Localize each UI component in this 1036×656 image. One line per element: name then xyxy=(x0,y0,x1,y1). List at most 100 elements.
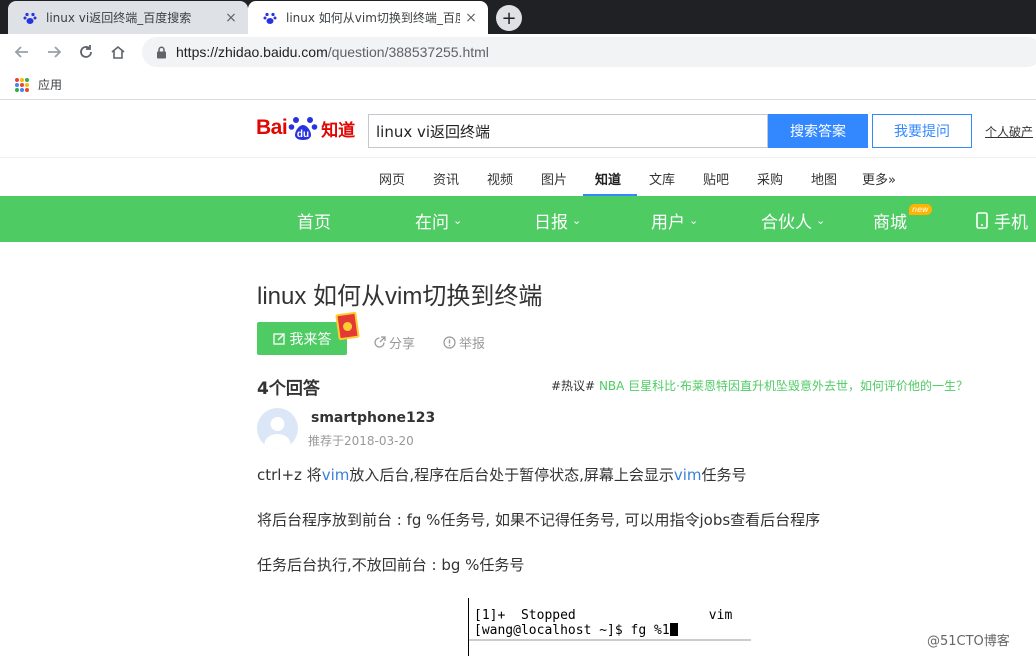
apps-grid-dot xyxy=(20,82,24,87)
answer-button[interactable]: 我来答 xyxy=(257,322,347,355)
report-link[interactable]: 举报 xyxy=(443,333,485,352)
product-nav: 网页 资讯 视频 图片 知道 文库 贴吧 采购 地图 更多» xyxy=(0,157,1036,196)
share-icon xyxy=(374,336,386,348)
new-badge: new xyxy=(909,204,932,215)
green-nav-label: 在问 xyxy=(415,213,449,233)
baidu-zhidao-logo[interactable]: Bai du du 知道 xyxy=(256,113,355,143)
nav-news[interactable]: 资讯 xyxy=(433,169,459,188)
terminal-divider xyxy=(469,639,751,641)
apps-grid-dot xyxy=(20,77,24,82)
nav-video[interactable]: 视频 xyxy=(487,169,513,188)
red-packet-icon[interactable] xyxy=(335,311,360,341)
address-bar[interactable]: https://zhidao.baidu.com/question/388537… xyxy=(142,37,1036,67)
green-nav-label: 用户 xyxy=(651,213,685,233)
chevron-down-icon: ⌄ xyxy=(453,214,463,227)
logo-text-bai: Bai xyxy=(256,116,288,139)
terminal-cursor xyxy=(669,623,678,636)
url-text: https://zhidao.baidu.com/question/388537… xyxy=(176,44,489,60)
green-nav-mall[interactable]: 商城 xyxy=(873,208,907,233)
logo-text-du-in-paw: du xyxy=(297,129,309,140)
home-icon[interactable] xyxy=(108,42,128,62)
green-nav-label: 日报 xyxy=(534,213,568,233)
chevron-down-icon: ⌄ xyxy=(816,214,826,227)
close-tab-icon[interactable]: × xyxy=(460,7,482,29)
nav-more[interactable]: 更多» xyxy=(862,169,896,188)
ask-question-button[interactable]: 我要提问 xyxy=(872,114,972,148)
hot-tag: #热议# xyxy=(551,379,596,393)
answer-paragraph-1: ctrl+z 将vim放入后台,程序在后台处于暂停状态,屏幕上会显示vim任务号 xyxy=(257,464,747,485)
close-tab-icon[interactable]: × xyxy=(220,7,242,29)
apps-grid-dot xyxy=(25,82,29,87)
keyword-link-vim[interactable]: vim xyxy=(322,466,350,484)
baidu-paw-logo-icon: du xyxy=(288,117,318,140)
green-nav-label: 首页 xyxy=(297,213,331,233)
nav-zhidao[interactable]: 知道 xyxy=(595,169,621,188)
site-header: Bai du du 知道 linux vi返回终端 搜索答案 我要提问 个人破产 xyxy=(0,101,1036,157)
apps-bookmark[interactable]: 应用 xyxy=(38,76,62,93)
p1-text-a: ctrl+z 将 xyxy=(257,466,322,484)
default-avatar-icon xyxy=(264,417,291,449)
nav-web[interactable]: 网页 xyxy=(379,169,405,188)
hot-search-link[interactable]: 个人破产 xyxy=(985,123,1033,140)
nav-map[interactable]: 地图 xyxy=(811,169,837,188)
new-tab-button[interactable]: + xyxy=(496,5,522,31)
apps-grid-dot xyxy=(15,87,19,92)
logo-text-zhidao: 知道 xyxy=(321,120,356,141)
back-icon[interactable] xyxy=(12,42,32,62)
terminal-line-1: [1]+ Stopped vim xyxy=(474,608,733,623)
url-host: https://zhidao.baidu.com xyxy=(176,44,328,60)
p1-text-b: 放入后台,程序在后台处于暂停状态,屏幕上会显示 xyxy=(349,466,674,484)
hot-topic-link[interactable]: #热议# NBA 巨星科比·布莱恩特因直升机坠毁意外去世，如何评价他的一生？ xyxy=(551,377,968,394)
search-answer-button[interactable]: 搜索答案 xyxy=(768,114,868,148)
tab-zhidao-question[interactable]: linux 如何从vim切换到终端_百度 × xyxy=(248,1,488,34)
p1-text-c: 任务号 xyxy=(701,466,747,484)
apps-grid-dot xyxy=(25,77,29,82)
chevron-down-icon: ⌄ xyxy=(689,214,699,227)
green-nav-asking[interactable]: 在问 ⌄ xyxy=(415,208,462,233)
reload-icon[interactable] xyxy=(76,42,96,62)
green-nav-daily[interactable]: 日报 ⌄ xyxy=(534,208,581,233)
apps-grid-icon[interactable] xyxy=(15,77,29,92)
avatar[interactable] xyxy=(257,408,298,449)
green-nav-home[interactable]: 首页 xyxy=(297,208,331,233)
terminal-screenshot: [1]+ Stopped vim [wang@localhost ~]$ fg … xyxy=(468,598,751,656)
edit-icon xyxy=(272,333,285,345)
nav-purchase[interactable]: 采购 xyxy=(757,169,783,188)
browser-tab-strip: linux vi返回终端_百度搜索 × linux 如何从vim切换到终端_百度… xyxy=(0,0,1036,34)
tab-baidu-search[interactable]: linux vi返回终端_百度搜索 × xyxy=(8,1,248,34)
answer-count: 4个回答 xyxy=(257,379,320,399)
forward-icon[interactable] xyxy=(44,42,64,62)
answer-button-label: 我来答 xyxy=(289,331,332,348)
report-label: 举报 xyxy=(459,337,486,352)
tab-title: linux vi返回终端_百度搜索 xyxy=(46,11,192,25)
url-path: /question/388537255.html xyxy=(327,44,489,60)
green-nav-mobile[interactable]: 手机 xyxy=(976,208,1028,233)
search-input[interactable]: linux vi返回终端 xyxy=(368,114,768,148)
tab-title: linux 如何从vim切换到终端_百度 xyxy=(286,11,460,25)
watermark: @51CTO博客 xyxy=(927,634,1010,649)
baidu-paw-icon xyxy=(262,10,278,26)
nav-wenku[interactable]: 文库 xyxy=(649,169,675,188)
green-nav-users[interactable]: 用户 ⌄ xyxy=(651,208,698,233)
answer-username[interactable]: smartphone123 xyxy=(311,410,435,426)
phone-icon xyxy=(976,212,988,229)
share-link[interactable]: 分享 xyxy=(373,333,415,352)
answer-date: 推荐于2018-03-20 xyxy=(308,434,414,448)
terminal-line-2-text: [wang@localhost ~]$ fg %1 xyxy=(474,623,670,638)
green-nav-partner[interactable]: 合伙人 ⌄ xyxy=(761,208,825,233)
chevron-down-icon: ⌄ xyxy=(572,214,582,227)
nav-images[interactable]: 图片 xyxy=(541,169,567,188)
bookmarks-bar: 应用 xyxy=(0,70,1036,100)
apps-grid-dot xyxy=(15,82,19,87)
green-nav-label: 商城 xyxy=(873,213,907,233)
apps-grid-dot xyxy=(25,87,29,92)
zhidao-main-nav: 首页 在问 ⌄ 日报 ⌄ 用户 ⌄ 合伙人 ⌄ 商城 手机 xyxy=(0,196,1036,242)
answer-paragraph-3: 任务后台执行,不放回前台 : bg %任务号 xyxy=(257,556,525,574)
hot-topic-text: NBA 巨星科比·布莱恩特因直升机坠毁意外去世，如何评价他的一生？ xyxy=(598,379,969,393)
green-nav-label: 手机 xyxy=(994,213,1028,233)
keyword-link-vim[interactable]: vim xyxy=(674,466,702,484)
lock-icon[interactable] xyxy=(154,45,168,59)
apps-grid-dot xyxy=(15,77,19,82)
green-nav-label: 合伙人 xyxy=(761,213,812,233)
nav-tieba[interactable]: 贴吧 xyxy=(703,169,729,188)
